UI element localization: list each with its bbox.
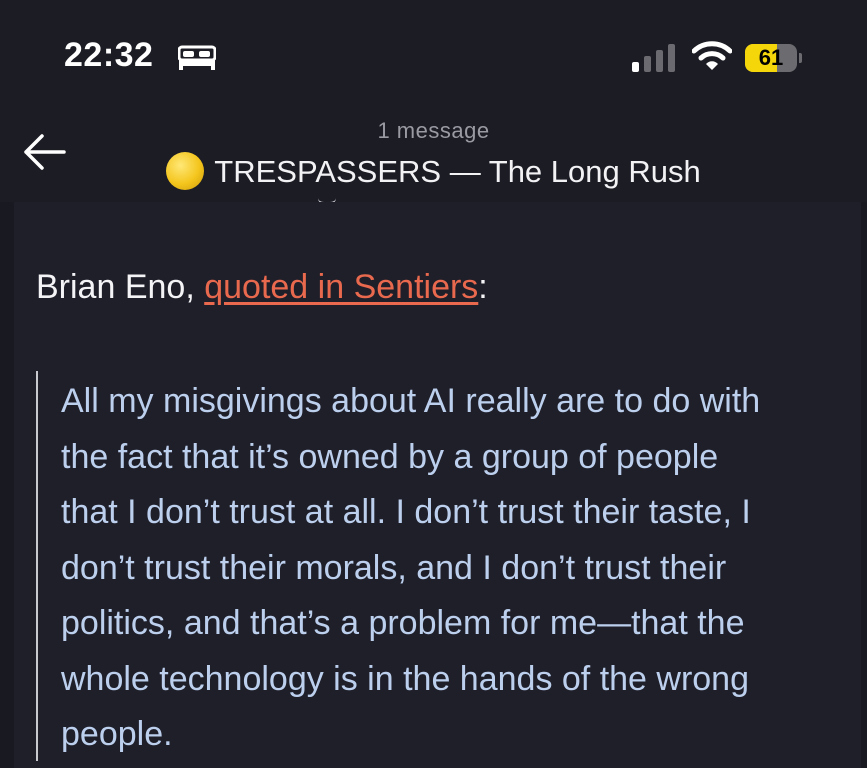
blockquote: All my misgivings about AI really are to… bbox=[61, 374, 851, 763]
sentiers-link[interactable]: quoted in Sentiers bbox=[204, 268, 478, 306]
status-time: 22:32 bbox=[64, 36, 154, 74]
thread-header: 1 message TRESPASSERS — The Long Rush bbox=[0, 110, 867, 204]
quote-line: the fact that it’s owned by a group of p… bbox=[61, 437, 719, 476]
intro-paragraph: Brian Eno, quoted in Sentiers: bbox=[36, 268, 488, 307]
quote-line: whole technology is in the hands of the … bbox=[61, 659, 750, 698]
right-edge bbox=[861, 202, 867, 768]
thread-title: TRESPASSERS — The Long Rush bbox=[214, 154, 701, 189]
quote-line: politics, and that’s a problem for me—th… bbox=[61, 604, 745, 642]
bed-icon bbox=[178, 45, 216, 70]
wifi-icon bbox=[692, 41, 732, 70]
blockquote-bar bbox=[36, 371, 38, 761]
intro-text: Brian Eno, bbox=[36, 268, 205, 306]
signal-icon bbox=[632, 44, 675, 72]
status-bar: 22:32 61 bbox=[0, 0, 867, 110]
intro-colon: : bbox=[478, 268, 488, 306]
quote-line: All my misgivings about AI really are to… bbox=[61, 382, 761, 420]
quote-line: don’t trust their morals, and I don’t tr… bbox=[61, 548, 727, 587]
thread-title-row: TRESPASSERS — The Long Rush bbox=[0, 152, 867, 190]
battery-percent: 61 bbox=[758, 45, 784, 70]
email-screen: 22:32 61 1 message TRESPASSERS — The Lon… bbox=[0, 0, 867, 768]
message-count: 1 message bbox=[377, 118, 490, 143]
quote-line: that I don’t trust at all. I don’t trust… bbox=[61, 493, 751, 531]
coin-icon bbox=[166, 152, 205, 190]
quote-line: people. bbox=[61, 715, 173, 753]
battery-icon: 61 bbox=[745, 44, 802, 72]
left-edge bbox=[0, 202, 14, 768]
